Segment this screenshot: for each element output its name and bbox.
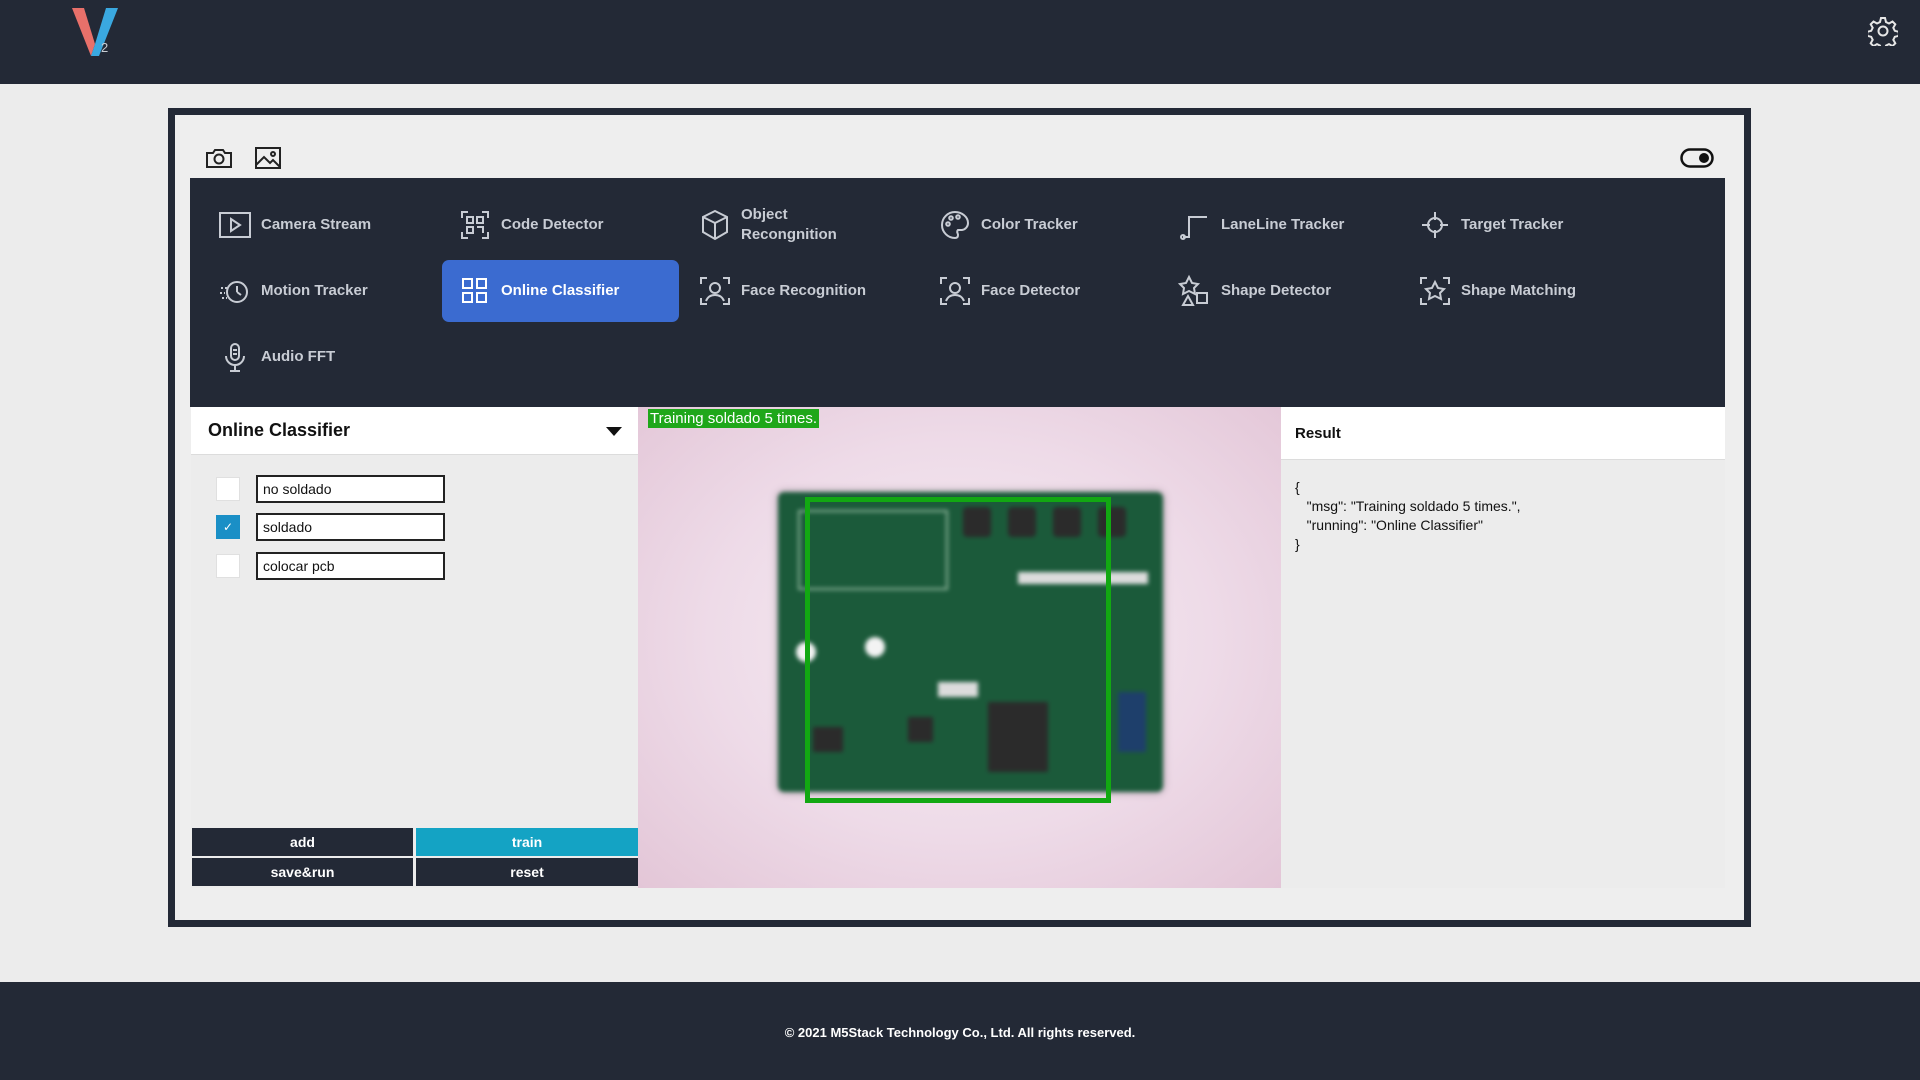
menu-item-shape-detector[interactable]: Shape Detector — [1162, 260, 1399, 322]
face-detector-icon — [940, 277, 970, 305]
menu-item-label: Code Detector — [501, 216, 604, 233]
menu-item-camera-stream[interactable]: Camera Stream — [202, 194, 439, 256]
top-bar: 2 — [0, 0, 1920, 84]
class-name-input[interactable] — [256, 552, 445, 580]
star-matching-icon — [1420, 277, 1450, 305]
result-panel: Result { "msg": "Training soldado 5 time… — [1281, 407, 1725, 888]
logo-version: 2 — [101, 40, 109, 55]
menu-item-color-tracker[interactable]: Color Tracker — [922, 194, 1159, 256]
gear-icon[interactable] — [1868, 16, 1898, 46]
menu-item-target-tracker[interactable]: Target Tracker — [1402, 194, 1639, 256]
grid-icon — [462, 278, 487, 303]
add-button[interactable]: add — [192, 828, 413, 856]
lane-line-icon — [1180, 216, 1207, 240]
class-row: ✓ — [216, 513, 445, 541]
menu-item-label: Camera Stream — [261, 216, 372, 233]
cube-icon — [702, 209, 728, 241]
main-frame: Camera Stream Code Detector Object Recon… — [168, 108, 1751, 927]
function-menu: Camera Stream Code Detector Object Recon… — [190, 178, 1725, 407]
crosshair-icon — [1422, 212, 1448, 238]
class-checkbox[interactable] — [216, 477, 240, 501]
menu-item-object-recognition[interactable]: Object Recongnition — [682, 194, 919, 256]
camera-view: Training soldado 5 times. — [638, 407, 1281, 888]
menu-item-laneline-tracker[interactable]: LaneLine Tracker — [1162, 194, 1399, 256]
menu-item-label: Audio FFT — [261, 348, 336, 365]
menu-item-label: Target Tracker — [1461, 216, 1564, 233]
menu-item-label: Shape Matching — [1461, 282, 1577, 299]
classifier-panel: Online Classifier ✓ add train save&run r… — [191, 407, 638, 888]
microphone-icon — [225, 343, 245, 372]
result-json: { "msg": "Training soldado 5 times.", "r… — [1295, 479, 1521, 552]
classifier-title: Online Classifier — [208, 420, 351, 440]
class-row — [216, 552, 445, 580]
caret-down-icon[interactable] — [606, 427, 622, 436]
reset-button[interactable]: reset — [416, 858, 638, 886]
result-title: Result — [1281, 407, 1725, 460]
menu-item-label: Face Detector — [981, 282, 1081, 299]
class-checkbox[interactable] — [216, 554, 240, 578]
menu-item-label: Face Recognition — [741, 282, 867, 299]
detection-box — [805, 497, 1111, 803]
menu-item-face-recognition[interactable]: Face Recognition — [682, 260, 919, 322]
menu-item-online-classifier[interactable]: Online Classifier — [442, 260, 679, 322]
classifier-header: Online Classifier — [191, 407, 638, 455]
menu-item-audio-fft[interactable]: Audio FFT — [202, 326, 439, 388]
menu-item-label: Motion Tracker — [261, 282, 368, 299]
training-status-label: Training soldado 5 times. — [648, 409, 820, 428]
class-name-input[interactable] — [256, 513, 445, 541]
menu-item-label: Color Tracker — [981, 216, 1078, 233]
face-recognition-icon — [700, 277, 730, 305]
qr-code-icon — [461, 211, 489, 239]
toggle-icon[interactable] — [1680, 148, 1714, 168]
menu-item-label: LaneLine Tracker — [1221, 216, 1345, 233]
footer: © 2021 M5Stack Technology Co., Ltd. All … — [0, 982, 1920, 1080]
shapes-icon — [1177, 274, 1208, 306]
play-icon — [219, 212, 251, 238]
class-checkbox[interactable]: ✓ — [216, 515, 240, 539]
main-panel: Camera Stream Code Detector Object Recon… — [175, 115, 1744, 920]
class-name-input[interactable] — [256, 475, 445, 503]
menu-item-label: Object Recongnition — [741, 206, 837, 243]
menu-item-face-detector[interactable]: Face Detector — [922, 260, 1159, 322]
copyright-text: © 2021 M5Stack Technology Co., Ltd. All … — [784, 1025, 1136, 1040]
class-row — [216, 475, 445, 503]
app-logo — [72, 8, 118, 56]
camera-icon[interactable] — [204, 145, 234, 171]
image-icon[interactable] — [253, 145, 283, 171]
train-button[interactable]: train — [416, 828, 638, 856]
menu-item-label: Shape Detector — [1221, 282, 1332, 299]
motion-icon — [220, 281, 248, 303]
menu-item-shape-matching[interactable]: Shape Matching — [1402, 260, 1639, 322]
save-run-button[interactable]: save&run — [192, 858, 413, 886]
menu-item-code-detector[interactable]: Code Detector — [442, 194, 679, 256]
menu-item-label: Online Classifier — [501, 282, 620, 299]
menu-item-motion-tracker[interactable]: Motion Tracker — [202, 260, 439, 322]
palette-icon — [941, 210, 970, 240]
